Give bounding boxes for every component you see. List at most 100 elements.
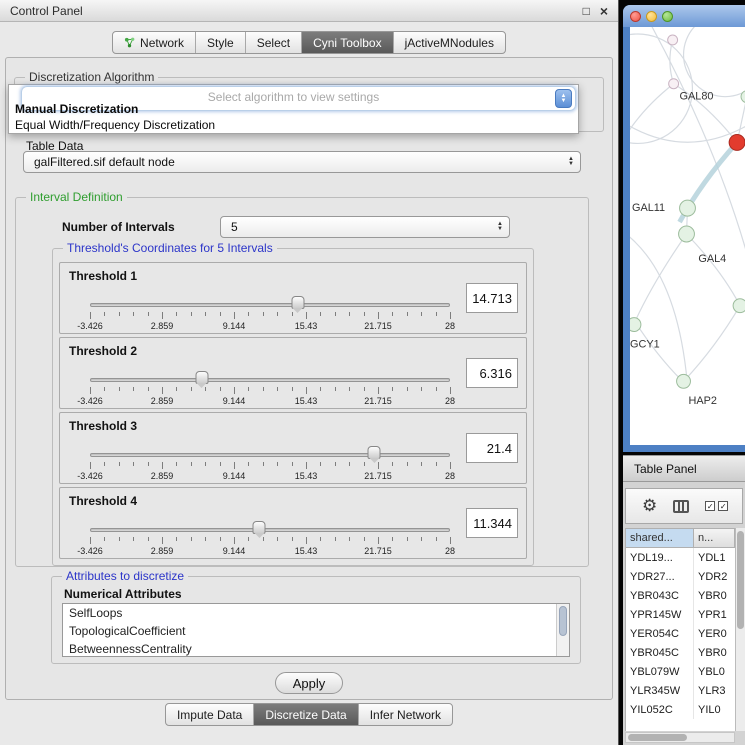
threshold-value-field[interactable]: 14.713: [466, 283, 518, 313]
tick-mark: [277, 387, 278, 391]
table-body: YDL19...YDL1YDR27...YDR2YBR043CYBR0YPR14…: [626, 548, 735, 719]
table-cell: YDR2: [694, 567, 735, 586]
slider-ticks: [90, 537, 450, 545]
tab-network[interactable]: Network: [113, 32, 196, 53]
network-canvas[interactable]: GAL80 GAL11 GAL4 GCY1 HAP2: [630, 27, 745, 445]
threshold-panel: Threshold 1-3.4262.8599.14415.4321.71528…: [59, 262, 527, 334]
columns-icon[interactable]: [673, 500, 689, 513]
threshold-slider[interactable]: -3.4262.8599.14415.4321.71528: [90, 295, 450, 333]
network-node[interactable]: [630, 318, 641, 332]
node-label: GAL4: [698, 253, 726, 265]
horizontal-scrollbar[interactable]: [625, 732, 735, 743]
apply-button[interactable]: Apply: [275, 672, 343, 694]
threshold-label: Threshold 3: [60, 413, 526, 433]
network-node-selected[interactable]: [729, 134, 745, 150]
mac-close-button[interactable]: [630, 11, 641, 22]
mac-zoom-button[interactable]: [662, 11, 673, 22]
gear-icon[interactable]: ⚙: [642, 496, 657, 516]
tab-select[interactable]: Select: [246, 32, 302, 53]
table-row[interactable]: YIL052CYIL0: [626, 700, 735, 719]
float-window-icon[interactable]: □: [583, 5, 590, 17]
tick-label: 28: [445, 321, 455, 331]
table-toolbar: ⚙ ✓ ✓: [625, 488, 743, 524]
table-row[interactable]: YBL079WYBL0: [626, 662, 735, 681]
network-node[interactable]: [669, 79, 679, 89]
network-node[interactable]: [741, 91, 745, 103]
network-window-titlebar[interactable]: [623, 5, 745, 27]
threshold-value-field[interactable]: 21.4: [466, 433, 518, 463]
tab-infer-network[interactable]: Infer Network: [359, 704, 452, 725]
attribute-list-item[interactable]: BetweennessCentrality: [63, 640, 556, 657]
thresholds-group-title: Threshold's Coordinates for 5 Intervals: [63, 241, 277, 255]
table-row[interactable]: YBR043CYBR0: [626, 586, 735, 605]
slider-thumb[interactable]: [195, 371, 208, 384]
column-header[interactable]: shared...: [626, 528, 694, 548]
tick-mark: [450, 312, 451, 319]
slider-thumb[interactable]: [291, 296, 304, 309]
column-header[interactable]: n...: [694, 528, 735, 548]
tick-mark: [335, 537, 336, 541]
network-node[interactable]: [680, 200, 696, 216]
attributes-scrollbar[interactable]: [556, 604, 569, 656]
threshold-slider[interactable]: -3.4262.8599.14415.4321.71528: [90, 520, 450, 558]
network-node[interactable]: [733, 299, 745, 313]
tick-mark: [205, 462, 206, 466]
mac-minimize-button[interactable]: [646, 11, 657, 22]
algorithm-group-title: Discretization Algorithm: [25, 70, 158, 84]
network-node[interactable]: [668, 35, 678, 45]
select-columns-icon[interactable]: ✓ ✓: [705, 501, 728, 511]
threshold-value-field[interactable]: 11.344: [466, 508, 518, 538]
slider-ticks: [90, 312, 450, 320]
table-row[interactable]: YDR27...YDR2: [626, 567, 735, 586]
table-row[interactable]: YDL19...YDL1: [626, 548, 735, 567]
table-cell: YBR0: [694, 586, 735, 605]
node-label: HAP2: [688, 395, 716, 407]
tab-discretize-data[interactable]: Discretize Data: [254, 704, 358, 725]
chevron-updown-icon: ▲▼: [497, 222, 503, 232]
algorithm-option[interactable]: Equal Width/Frequency Discretization: [9, 117, 578, 133]
tick-mark: [306, 462, 307, 469]
attributes-list[interactable]: SelfLoopsTopologicalCoefficientBetweenne…: [62, 603, 570, 657]
slider-thumb[interactable]: [253, 521, 266, 534]
table-header-row: shared...n...: [626, 528, 735, 548]
scrollbar-thumb[interactable]: [737, 531, 744, 629]
tick-mark: [320, 462, 321, 466]
tick-mark: [378, 462, 379, 469]
close-icon[interactable]: ×: [600, 4, 608, 18]
table-row[interactable]: YLR345WYLR3: [626, 681, 735, 700]
threshold-value-field[interactable]: 6.316: [466, 358, 518, 388]
tab-style[interactable]: Style: [196, 32, 246, 53]
scrollbar-thumb[interactable]: [559, 606, 567, 636]
attribute-list-item[interactable]: SelfLoops: [63, 604, 556, 622]
tab-impute-data[interactable]: Impute Data: [166, 704, 254, 725]
tick-mark: [349, 462, 350, 466]
tick-mark: [349, 312, 350, 316]
attribute-list-item[interactable]: TopologicalCoefficient: [63, 622, 556, 640]
tick-mark: [292, 387, 293, 391]
tick-label: -3.426: [77, 546, 103, 556]
table-row[interactable]: YER054CYER0: [626, 624, 735, 643]
tick-mark: [248, 312, 249, 316]
algorithm-option[interactable]: Manual Discretization: [9, 101, 578, 117]
tick-mark: [220, 387, 221, 391]
tab-cyni-toolbox[interactable]: Cyni Toolbox: [302, 32, 393, 53]
num-intervals-label: Number of Intervals: [62, 220, 175, 234]
tab-label: Infer Network: [370, 708, 441, 722]
tick-label: 28: [445, 471, 455, 481]
threshold-slider[interactable]: -3.4262.8599.14415.4321.71528: [90, 370, 450, 408]
tick-mark: [205, 537, 206, 541]
table-row[interactable]: YBR045CYBR0: [626, 643, 735, 662]
threshold-slider[interactable]: -3.4262.8599.14415.4321.71528: [90, 445, 450, 483]
tick-mark: [234, 462, 235, 469]
tick-mark: [90, 387, 91, 394]
network-node[interactable]: [677, 374, 691, 388]
network-node[interactable]: [679, 226, 695, 242]
vertical-scrollbar[interactable]: [735, 528, 745, 731]
table-data-select[interactable]: galFiltered.sif default node ▲▼: [23, 151, 581, 173]
num-intervals-select[interactable]: 5 ▲▼: [220, 216, 510, 238]
tick-mark: [335, 462, 336, 466]
slider-thumb[interactable]: [368, 446, 381, 459]
table-row[interactable]: YPR145WYPR1: [626, 605, 735, 624]
scrollbar-thumb[interactable]: [628, 734, 687, 741]
tab-jactivemnodules[interactable]: jActiveMNodules: [394, 32, 505, 53]
